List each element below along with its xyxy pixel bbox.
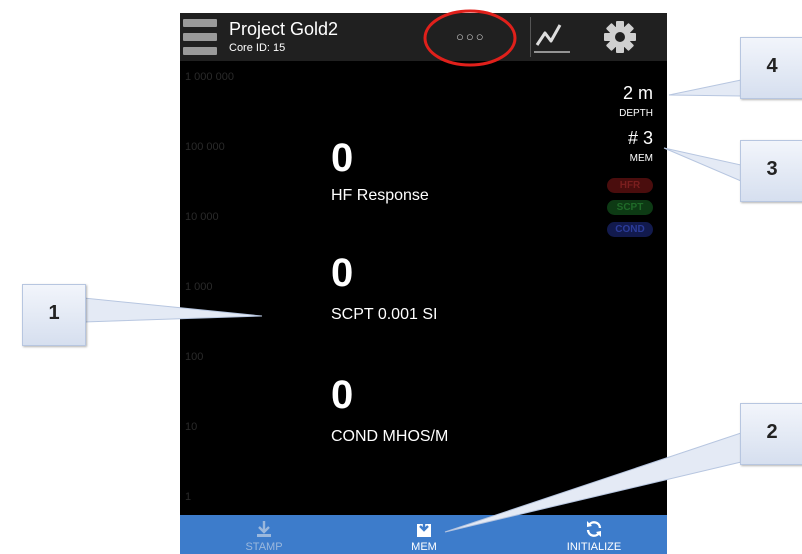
callout-1: 1	[22, 284, 86, 346]
callout-pointer-1	[83, 297, 263, 323]
callout-3: 3	[740, 140, 802, 202]
callout-2: 2	[740, 403, 802, 465]
callout-number: 4	[766, 55, 778, 77]
callout-number: 2	[766, 421, 778, 443]
callout-number: 3	[766, 158, 778, 180]
callout-pointer-4	[668, 79, 742, 97]
highlight-circle	[423, 9, 517, 67]
callout-pointer-2	[444, 431, 759, 533]
callout-pointer-3	[663, 147, 742, 182]
callout-number: 1	[48, 302, 60, 324]
callout-4: 4	[740, 37, 802, 99]
annotation-overlay	[83, 9, 759, 533]
